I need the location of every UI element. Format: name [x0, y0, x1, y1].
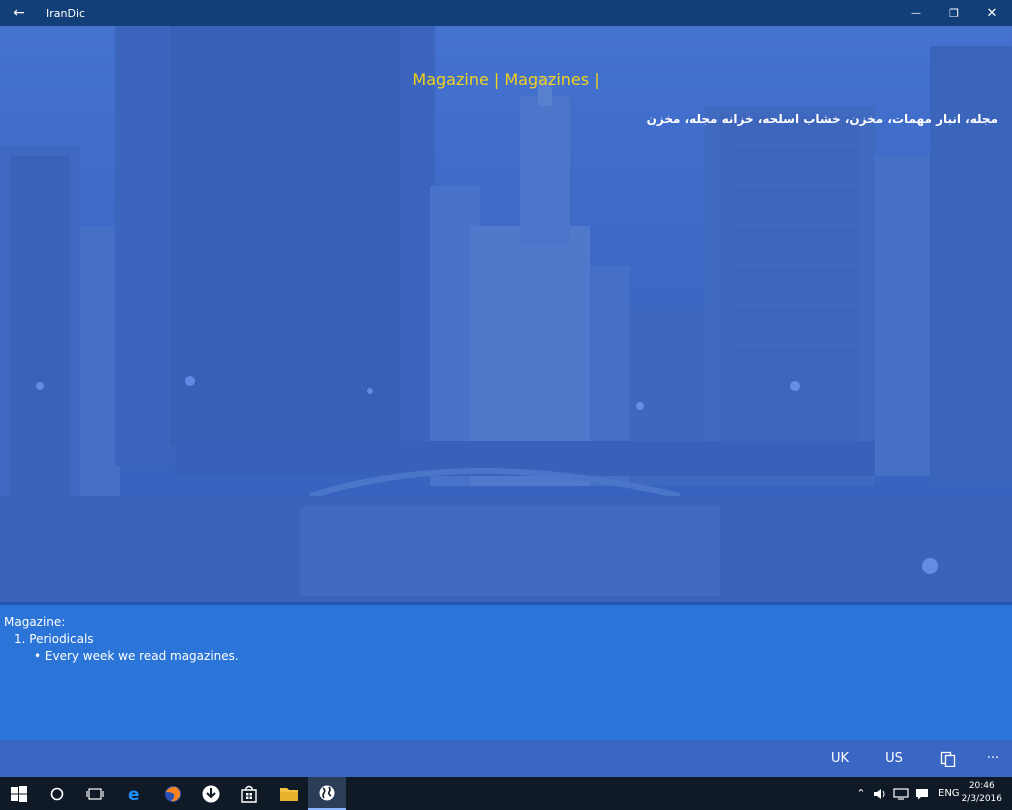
input-language-indicator[interactable]: ENG [938, 788, 960, 799]
download-app-taskbar-button[interactable] [192, 777, 230, 810]
background-image: Magazine | Magazines | مجله، انبار مهمات… [0, 26, 1012, 604]
copy-icon [940, 751, 956, 767]
taskbar-clock[interactable]: 20:46 2/3/2016 [962, 780, 1002, 806]
definition-heading: Magazine: [4, 615, 66, 629]
task-view-icon [86, 787, 104, 800]
uk-label: UK [830, 751, 850, 766]
title-bar: ← IranDic — ❐ ✕ [0, 0, 1012, 26]
globe-icon [319, 785, 335, 800]
persian-meaning: مجله، انبار مهمات، مخزن، خشاب اسلحه، خزا… [646, 112, 998, 126]
folder-icon [280, 787, 298, 801]
action-center-icon[interactable] [915, 788, 929, 800]
file-explorer-taskbar-button[interactable] [270, 777, 308, 810]
us-pronunciation-button[interactable]: US [876, 740, 912, 777]
edge-taskbar-button[interactable]: e [116, 777, 154, 810]
command-bar: UK US ··· [0, 740, 1012, 777]
store-bag-icon [241, 785, 257, 803]
minimize-icon: — [911, 7, 921, 19]
more-icon: ··· [986, 751, 1000, 766]
firefox-taskbar-button[interactable] [154, 777, 192, 810]
task-view-button[interactable] [76, 777, 114, 810]
clock-date: 2/3/2016 [961, 794, 1002, 804]
uk-pronunciation-button[interactable]: UK [822, 740, 858, 777]
cortana-circle-icon [50, 787, 64, 800]
system-tray: ⌃ ENG [852, 777, 960, 810]
firefox-icon [165, 785, 181, 802]
app-window: ← IranDic — ❐ ✕ Magazine | Magazines | م… [0, 0, 1012, 777]
minimize-button[interactable]: — [898, 0, 934, 26]
network-icon[interactable] [893, 787, 909, 800]
definition-sense: 1. Periodicals [14, 632, 94, 646]
volume-icon[interactable] [873, 788, 887, 800]
start-button[interactable] [0, 777, 38, 810]
back-button[interactable]: ← [0, 0, 38, 26]
cortana-button[interactable] [38, 777, 76, 810]
edge-browser-icon: e [128, 785, 140, 804]
taskbar: e ⌃ ENG 20:46 2/3/2016 [0, 777, 1012, 810]
close-icon: ✕ [986, 5, 998, 21]
copy-button[interactable] [930, 740, 966, 777]
download-icon [202, 785, 220, 802]
window-title: IranDic [46, 6, 86, 20]
store-taskbar-button[interactable] [230, 777, 268, 810]
irandic-taskbar-button[interactable] [308, 777, 346, 810]
definition-example: • Every week we read magazines. [34, 649, 239, 663]
show-hidden-icons-chevron-icon[interactable]: ⌃ [852, 787, 870, 800]
maximize-button[interactable]: ❐ [936, 0, 972, 26]
definition-panel: Magazine: 1. Periodicals • Every week we… [0, 602, 1012, 743]
us-label: US [885, 751, 903, 766]
restore-icon: ❐ [949, 6, 959, 20]
word-title: Magazine | Magazines | [412, 70, 600, 89]
back-arrow-icon: ← [13, 5, 25, 21]
windows-logo-icon [11, 785, 27, 802]
more-options-button[interactable]: ··· [976, 740, 1010, 777]
close-button[interactable]: ✕ [974, 0, 1010, 26]
svg-text:e: e [128, 785, 140, 804]
clock-time: 20:46 [968, 781, 995, 791]
